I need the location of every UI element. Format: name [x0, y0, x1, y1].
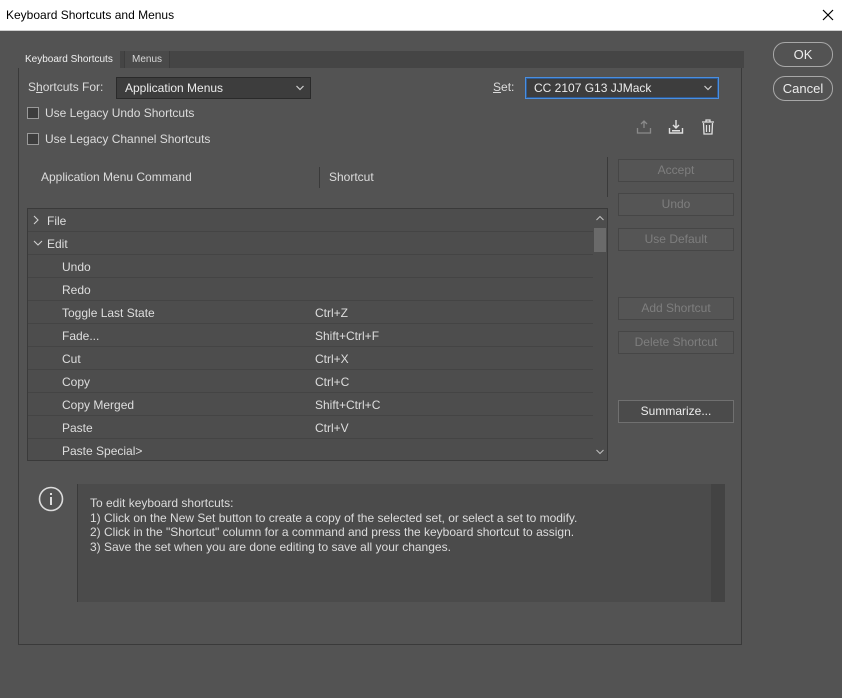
scroll-thumb[interactable] — [594, 228, 606, 252]
legacy-channel-label[interactable]: Use Legacy Channel Shortcuts — [45, 132, 210, 146]
list-item-label: Cut — [62, 352, 81, 366]
info-line: 2) Click in the "Shortcut" column for a … — [90, 525, 575, 540]
set-select[interactable]: CC 2107 G13 JJMack — [525, 77, 719, 99]
list-item-label: Paste Special> — [62, 444, 143, 458]
info-box: To edit keyboard shortcuts: 1) Click on t… — [77, 484, 725, 602]
info-line: To edit keyboard shortcuts: — [90, 496, 234, 510]
new-set-icon — [668, 120, 684, 134]
ok-button[interactable]: OK — [773, 42, 833, 67]
chevron-right-icon[interactable] — [33, 214, 43, 226]
table-header: Application Menu Command Shortcut — [27, 157, 608, 197]
save-set-button[interactable] — [635, 118, 653, 136]
list-item-label: Copy — [62, 375, 91, 389]
chevron-down-icon — [294, 78, 306, 98]
list-item-label: Edit — [47, 237, 68, 251]
legacy-channel-checkbox[interactable] — [27, 133, 39, 145]
table-row[interactable]: Undo — [28, 255, 594, 278]
info-scrollbar[interactable] — [711, 484, 725, 602]
cancel-button[interactable]: Cancel — [773, 76, 833, 101]
new-set-button[interactable] — [667, 118, 685, 136]
list-item-shortcut[interactable]: Ctrl+C — [315, 375, 349, 389]
list-item-shortcut[interactable]: Ctrl+V — [315, 421, 349, 435]
list-scrollbar[interactable] — [593, 209, 607, 460]
add-shortcut-button[interactable]: Add Shortcut — [618, 297, 734, 320]
title-bar: Keyboard Shortcuts and Menus — [0, 0, 842, 31]
shortcuts-for-label: Shortcuts For: — [28, 80, 104, 94]
list-item-edit[interactable]: Edit — [28, 232, 594, 255]
shortcuts-for-select[interactable]: Application Menus — [116, 77, 311, 99]
shortcuts-for-value: Application Menus — [125, 81, 224, 95]
undo-button[interactable]: Undo — [618, 193, 734, 216]
table-row[interactable]: Redo — [28, 278, 594, 301]
info-line: 1) Click on the New Set button to create… — [90, 510, 578, 525]
summarize-button[interactable]: Summarize... — [618, 400, 734, 423]
list-item-shortcut[interactable]: Ctrl+Z — [315, 306, 348, 320]
chevron-down-icon — [702, 78, 714, 98]
close-icon — [822, 9, 834, 21]
list-item-label: Fade... — [62, 329, 100, 343]
info-icon — [38, 486, 64, 515]
list-item-shortcut[interactable]: Shift+Ctrl+F — [315, 329, 379, 343]
list-item-label: Copy Merged — [62, 398, 135, 412]
chevron-down-icon[interactable] — [33, 237, 43, 249]
list-item-shortcut[interactable]: Shift+Ctrl+C — [315, 398, 380, 412]
column-header-shortcut[interactable]: Shortcut — [329, 170, 374, 184]
list-item-label: Redo — [62, 283, 91, 297]
delete-shortcut-button[interactable]: Delete Shortcut — [618, 331, 734, 354]
delete-set-button[interactable] — [699, 118, 717, 136]
list-item-label: File — [47, 214, 67, 228]
set-value: CC 2107 G13 JJMack — [534, 81, 652, 95]
table-row[interactable]: Paste Ctrl+V — [28, 416, 594, 439]
table-row[interactable]: Cut Ctrl+X — [28, 347, 594, 370]
table-row[interactable]: Copy Merged Shift+Ctrl+C — [28, 393, 594, 416]
command-list[interactable]: File Edit Undo Redo Toggle Last State Ct… — [27, 208, 608, 461]
save-set-icon — [636, 120, 652, 134]
table-row[interactable]: Toggle Last State Ctrl+Z — [28, 301, 594, 324]
tab-menus[interactable]: Menus — [124, 51, 171, 68]
close-button[interactable] — [814, 0, 842, 30]
list-item-shortcut[interactable]: Ctrl+X — [315, 352, 349, 366]
table-row[interactable]: Paste Special> — [28, 439, 594, 460]
list-item-label: Paste — [62, 421, 93, 435]
window-title: Keyboard Shortcuts and Menus — [6, 8, 175, 22]
legacy-undo-label[interactable]: Use Legacy Undo Shortcuts — [45, 106, 194, 120]
info-line: 3) Save the set when you are done editin… — [90, 539, 451, 554]
list-item-label: Undo — [62, 260, 91, 274]
set-label: Set: — [493, 80, 515, 94]
table-row[interactable]: Fade... Shift+Ctrl+F — [28, 324, 594, 347]
accept-button[interactable]: Accept — [618, 159, 734, 182]
column-divider[interactable] — [319, 167, 320, 188]
use-default-button[interactable]: Use Default — [618, 228, 734, 251]
tab-keyboard-shortcuts[interactable]: Keyboard Shortcuts — [18, 51, 120, 68]
column-header-command[interactable]: Application Menu Command — [41, 170, 192, 184]
scroll-up-icon[interactable] — [596, 215, 604, 221]
trash-icon — [702, 119, 714, 135]
table-row[interactable]: Copy Ctrl+C — [28, 370, 594, 393]
list-item-label: Toggle Last State — [62, 306, 155, 320]
tab-bar: Keyboard Shortcuts Menus — [18, 51, 744, 68]
legacy-undo-checkbox[interactable] — [27, 107, 39, 119]
info-text: To edit keyboard shortcuts: 1) Click on t… — [90, 496, 577, 554]
scroll-down-icon[interactable] — [596, 449, 604, 455]
list-item-file[interactable]: File — [28, 209, 594, 232]
